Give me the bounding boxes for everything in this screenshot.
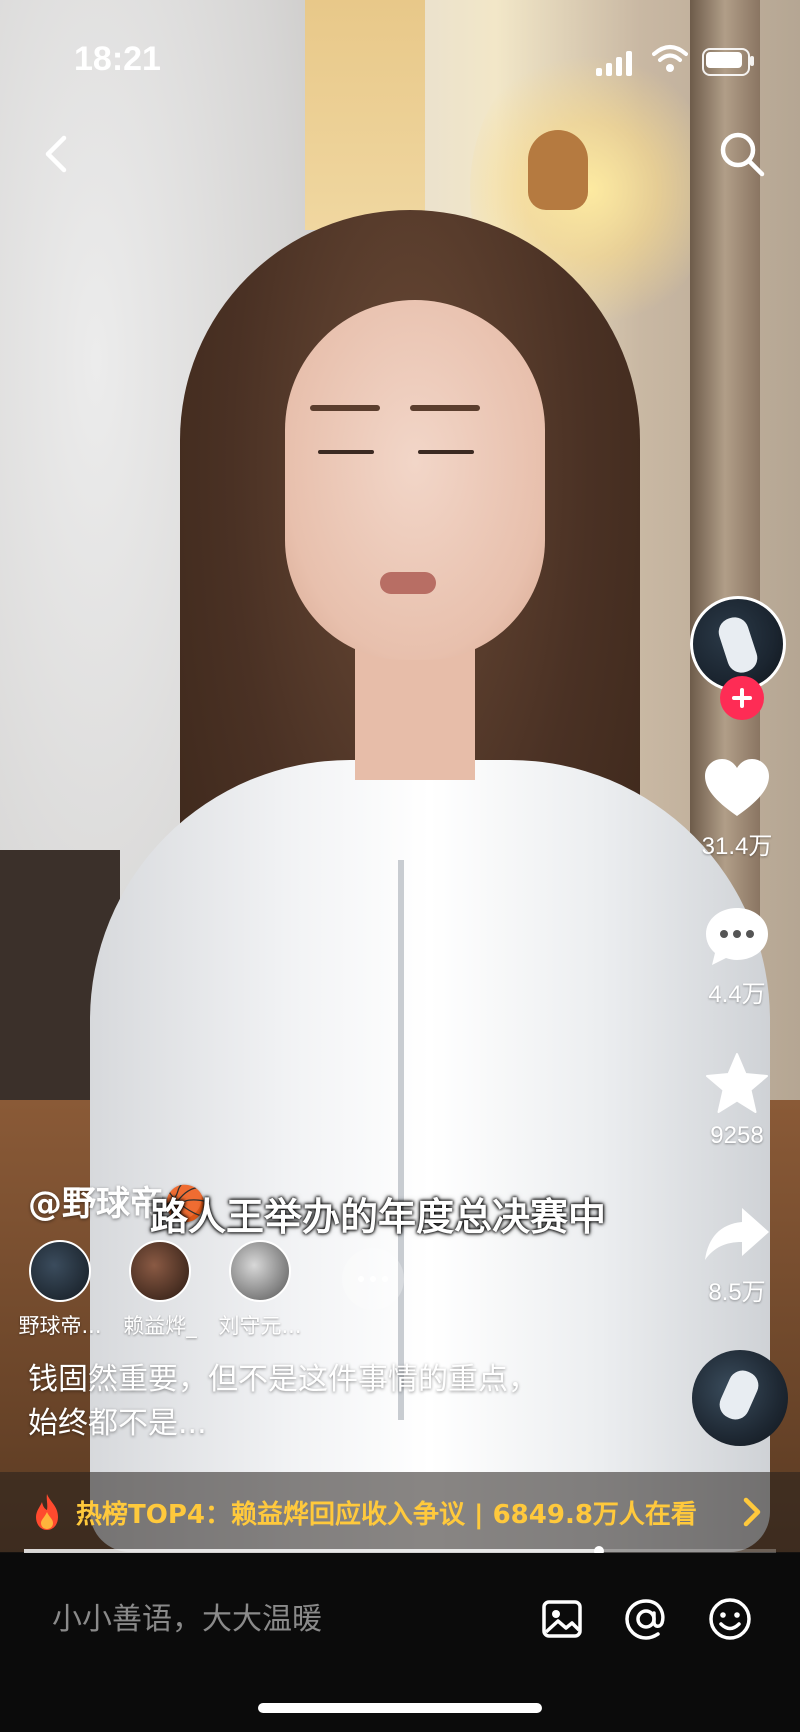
chevron-right-icon <box>743 1497 761 1527</box>
collaborator-avatar <box>229 1240 291 1302</box>
comment-input[interactable] <box>50 1593 514 1645</box>
music-disc[interactable] <box>692 1350 788 1446</box>
emoji-icon[interactable] <box>704 1593 756 1645</box>
author-avatar-group[interactable] <box>690 596 790 720</box>
favorite-count: 9258 <box>710 1122 764 1149</box>
video-person-brow <box>310 405 380 411</box>
wifi-icon <box>652 45 688 72</box>
cellular-signal-icon <box>596 50 632 76</box>
collaborator-avatar <box>129 1240 191 1302</box>
share-icon <box>705 1208 769 1260</box>
video-person-neck <box>355 640 475 780</box>
back-arrow-icon[interactable] <box>28 124 88 184</box>
collaborator-item[interactable]: 赖益烨_ <box>110 1240 210 1340</box>
comment-icon <box>706 908 768 965</box>
like-button[interactable]: 31.4万 <box>682 756 792 861</box>
collaborator-name: 刘守元... <box>218 1314 302 1338</box>
like-count: 31.4万 <box>701 833 773 860</box>
at-icon[interactable] <box>620 1593 672 1645</box>
home-indicator <box>258 1703 542 1713</box>
hot-list-banner[interactable]: 热榜TOP4：赖益烨回应收入争议 | 6849.8万人在看 <box>0 1472 800 1554</box>
video-subtitle: 路人王举办的年度总决赛中 <box>150 1195 607 1239</box>
video-person-face <box>285 300 545 660</box>
collaborator-name: 赖益烨_ <box>123 1314 197 1338</box>
author-handle[interactable]: @野球帝 <box>28 1184 164 1224</box>
hot-list-text: 热榜TOP4：赖益烨回应收入争议 | 6849.8万人在看 <box>76 1500 697 1530</box>
description-line: 钱固然重要，但不是这件事情的重点， <box>28 1362 538 1397</box>
more-collaborators-button[interactable] <box>342 1248 404 1310</box>
video-feed-screen: 18:21 31.4万 4.4万 9258 8.5万 @野球帝🏀 路人王举办的年… <box>0 0 800 1732</box>
heart-icon <box>705 759 769 816</box>
collaborator-name: 野球帝... <box>18 1314 102 1338</box>
video-person-brow <box>410 405 480 411</box>
share-button[interactable]: 8.5万 <box>682 1202 792 1307</box>
video-description[interactable]: 钱固然重要，但不是这件事情的重点， 始终都不是... <box>28 1358 628 1446</box>
collaborator-item[interactable]: 刘守元... <box>210 1240 310 1340</box>
video-person-mouth <box>380 572 436 594</box>
favorite-button[interactable]: 9258 <box>682 1052 792 1150</box>
comment-count: 4.4万 <box>708 981 766 1008</box>
status-bar: 18:21 <box>0 0 800 110</box>
follow-button[interactable] <box>720 676 764 720</box>
image-icon[interactable] <box>536 1593 588 1645</box>
comment-button[interactable]: 4.4万 <box>682 904 792 1009</box>
video-person-eye <box>418 450 474 454</box>
search-icon[interactable] <box>712 124 772 184</box>
description-line: 始终都不是... <box>28 1406 207 1441</box>
status-time: 18:21 <box>74 40 161 78</box>
battery-icon <box>702 48 754 76</box>
share-count: 8.5万 <box>708 1279 766 1306</box>
star-icon <box>706 1053 768 1113</box>
video-wall-lamp <box>528 130 588 210</box>
collaborator-item[interactable]: 野球帝... <box>10 1240 110 1340</box>
collaborator-avatar <box>29 1240 91 1302</box>
video-person-eye <box>318 450 374 454</box>
flame-icon <box>36 1494 58 1530</box>
